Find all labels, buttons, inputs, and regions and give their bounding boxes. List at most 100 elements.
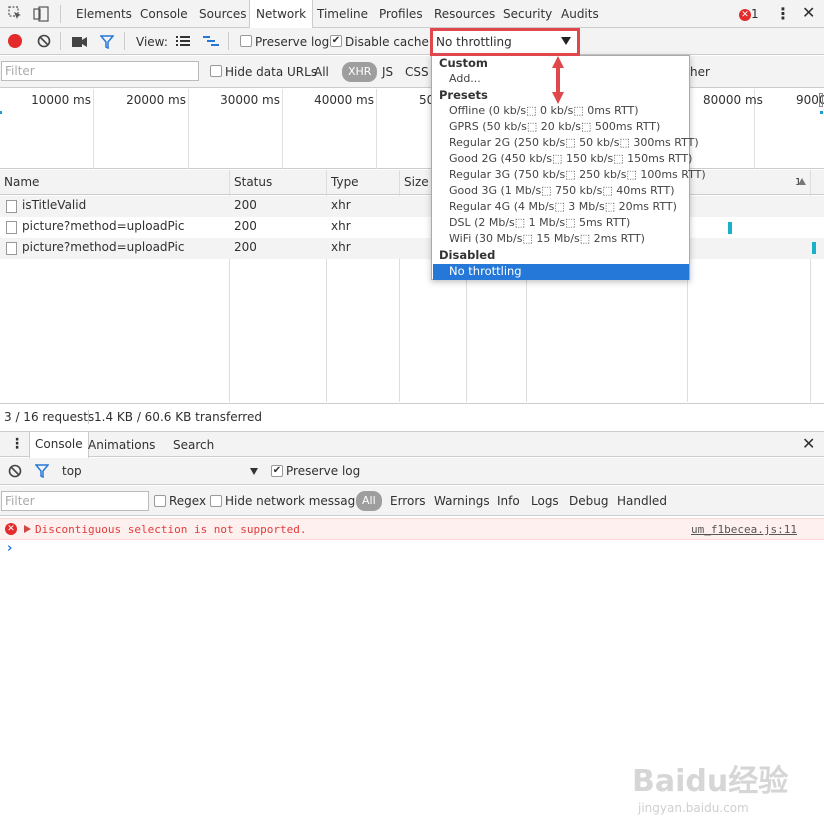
- preserve-log-checkbox[interactable]: [240, 35, 252, 47]
- inspect-element-icon[interactable]: [8, 6, 22, 20]
- regex-label[interactable]: Regex: [169, 493, 206, 509]
- tab-resources[interactable]: Resources: [434, 0, 495, 28]
- timeline-tick-label: 30000 ms: [220, 93, 280, 107]
- timeline-request-mark: [0, 111, 2, 114]
- more-options-icon[interactable]: ⋮: [775, 5, 791, 23]
- tab-security[interactable]: Security: [503, 0, 552, 28]
- context-selector[interactable]: top: [58, 462, 260, 480]
- network-toolbar: View: Preserve log ✔ Disable cache No th…: [0, 28, 824, 55]
- timeline-tick-label: 40000 ms: [314, 93, 374, 107]
- record-button[interactable]: [8, 34, 22, 48]
- tab-network[interactable]: Network: [249, 0, 314, 29]
- clear-icon[interactable]: [37, 34, 51, 51]
- expand-triangle-icon[interactable]: [24, 525, 31, 533]
- error-source-link[interactable]: um_f1becea.js:11: [691, 522, 797, 538]
- level-filter-debug[interactable]: Debug: [569, 493, 608, 509]
- console-preserve-log-checkbox[interactable]: ✔: [271, 465, 283, 477]
- column-header-type[interactable]: Type: [331, 175, 359, 189]
- level-filter-handled[interactable]: Handled: [617, 493, 667, 509]
- timeline-tick-label: 10000 ms: [31, 93, 91, 107]
- drawer-tab-search[interactable]: Search: [173, 437, 214, 453]
- tab-console[interactable]: Console: [140, 0, 188, 28]
- annotation-arrow-icon: [552, 56, 564, 104]
- dropdown-option-no-throttling[interactable]: No throttling: [433, 264, 689, 280]
- type-filter-xhr[interactable]: XHR: [342, 62, 378, 82]
- request-status: 200: [234, 240, 257, 254]
- tab-profiles[interactable]: Profiles: [379, 0, 423, 28]
- dropdown-option-preset[interactable]: GPRS (50 kb/s⬚ 20 kb/s⬚ 500ms RTT): [449, 120, 660, 133]
- level-filter-errors[interactable]: Errors: [390, 493, 426, 509]
- timeline-tick-label: 80000 ms: [703, 93, 763, 107]
- regex-checkbox[interactable]: [154, 495, 166, 507]
- console-filter-icon[interactable]: [34, 464, 50, 481]
- network-filter-input[interactable]: Filter: [1, 61, 199, 81]
- console-prompt-icon[interactable]: ›: [7, 541, 12, 556]
- request-name: picture?method=uploadPic: [22, 240, 185, 254]
- disable-cache-checkbox[interactable]: ✔: [330, 35, 342, 47]
- timeline-scrollbar[interactable]: [819, 93, 823, 107]
- type-filter-js[interactable]: JS: [382, 64, 393, 80]
- type-filter-all[interactable]: All: [314, 64, 329, 80]
- clear-console-icon[interactable]: [8, 464, 22, 481]
- dropdown-group-disabled: Disabled: [439, 248, 496, 262]
- tab-elements[interactable]: Elements: [76, 0, 132, 28]
- watermark-logo: Baidu经验: [632, 764, 789, 799]
- column-header-name[interactable]: Name: [4, 175, 39, 189]
- console-filter-input[interactable]: Filter: [1, 491, 149, 511]
- disable-cache-label[interactable]: Disable cache: [345, 34, 429, 50]
- request-type: xhr: [331, 219, 351, 233]
- timeline-overview[interactable]: 10000 ms 20000 ms 30000 ms 40000 ms 50 8…: [0, 89, 824, 169]
- dropdown-option-preset[interactable]: Regular 2G (250 kb/s⬚ 50 kb/s⬚ 300ms RTT…: [449, 136, 699, 149]
- preserve-log-label[interactable]: Preserve log: [255, 34, 329, 50]
- level-filter-logs[interactable]: Logs: [531, 493, 559, 509]
- hide-data-urls-label[interactable]: Hide data URLs: [225, 64, 317, 80]
- table-row[interactable]: picture?method=uploadPic 200 xhr: [0, 217, 824, 238]
- drawer-tab-animations[interactable]: Animations: [88, 437, 155, 453]
- type-filter-css[interactable]: CSS: [405, 64, 429, 80]
- hide-data-urls-checkbox[interactable]: [210, 65, 222, 77]
- console-filter-bar: Filter Regex Hide network messages All E…: [0, 486, 824, 516]
- console-preserve-log-label[interactable]: Preserve log: [286, 463, 360, 479]
- column-header-size[interactable]: Size: [404, 175, 429, 189]
- dropdown-arrow-icon: [250, 468, 258, 475]
- file-icon: [6, 221, 17, 234]
- column-header-status[interactable]: Status: [234, 175, 272, 189]
- error-circle-icon: ✕: [739, 8, 751, 21]
- large-rows-icon[interactable]: [176, 36, 190, 50]
- sort-arrow-icon: [798, 178, 806, 185]
- level-filter-warnings[interactable]: Warnings: [434, 493, 490, 509]
- table-row[interactable]: isTitleValid 200 xhr: [0, 196, 824, 217]
- type-filter-other[interactable]: her: [690, 64, 710, 80]
- device-mode-icon[interactable]: [33, 6, 49, 22]
- request-name: isTitleValid: [22, 198, 87, 212]
- dropdown-option-preset[interactable]: WiFi (30 Mb/s⬚ 15 Mb/s⬚ 2ms RTT): [449, 232, 645, 245]
- capture-screenshots-icon[interactable]: [72, 36, 88, 51]
- console-error-message: ✕ Discontiguous selection is not support…: [0, 518, 824, 540]
- drawer-menu-icon[interactable]: ⋮: [10, 436, 24, 452]
- drawer-tab-console[interactable]: Console: [29, 432, 89, 458]
- dropdown-group-presets: Presets: [439, 88, 488, 102]
- level-filter-all[interactable]: All: [356, 491, 382, 511]
- overview-icon[interactable]: [203, 36, 219, 50]
- file-icon: [6, 242, 17, 255]
- level-filter-info[interactable]: Info: [497, 493, 520, 509]
- tab-timeline[interactable]: Timeline: [317, 0, 368, 28]
- dropdown-option-preset[interactable]: Good 3G (1 Mb/s⬚ 750 kb/s⬚ 40ms RTT): [449, 184, 675, 197]
- filter-icon[interactable]: [99, 35, 115, 52]
- close-devtools-icon[interactable]: ✕: [802, 4, 815, 22]
- dropdown-option-preset[interactable]: Regular 4G (4 Mb/s⬚ 3 Mb/s⬚ 20ms RTT): [449, 200, 677, 213]
- error-count-badge[interactable]: ✕ 1: [739, 6, 759, 22]
- dropdown-option-preset[interactable]: DSL (2 Mb/s⬚ 1 Mb/s⬚ 5ms RTT): [449, 216, 630, 229]
- dropdown-option-preset[interactable]: Good 2G (450 kb/s⬚ 150 kb/s⬚ 150ms RTT): [449, 152, 692, 165]
- hide-network-checkbox[interactable]: [210, 495, 222, 507]
- dropdown-option-add[interactable]: Add...: [449, 72, 481, 85]
- dropdown-option-preset[interactable]: Offline (0 kb/s⬚ 0 kb/s⬚ 0ms RTT): [449, 104, 639, 117]
- console-toolbar: top ✔ Preserve log: [0, 458, 824, 485]
- dropdown-option-preset[interactable]: Regular 3G (750 kb/s⬚ 250 kb/s⬚ 100ms RT…: [449, 168, 706, 181]
- tab-audits[interactable]: Audits: [561, 0, 599, 28]
- tab-sources[interactable]: Sources: [199, 0, 246, 28]
- error-icon: ✕: [5, 523, 17, 535]
- hide-network-label[interactable]: Hide network messages: [225, 493, 369, 509]
- table-row[interactable]: picture?method=uploadPic 200 xhr: [0, 238, 824, 259]
- close-drawer-icon[interactable]: ✕: [802, 435, 815, 453]
